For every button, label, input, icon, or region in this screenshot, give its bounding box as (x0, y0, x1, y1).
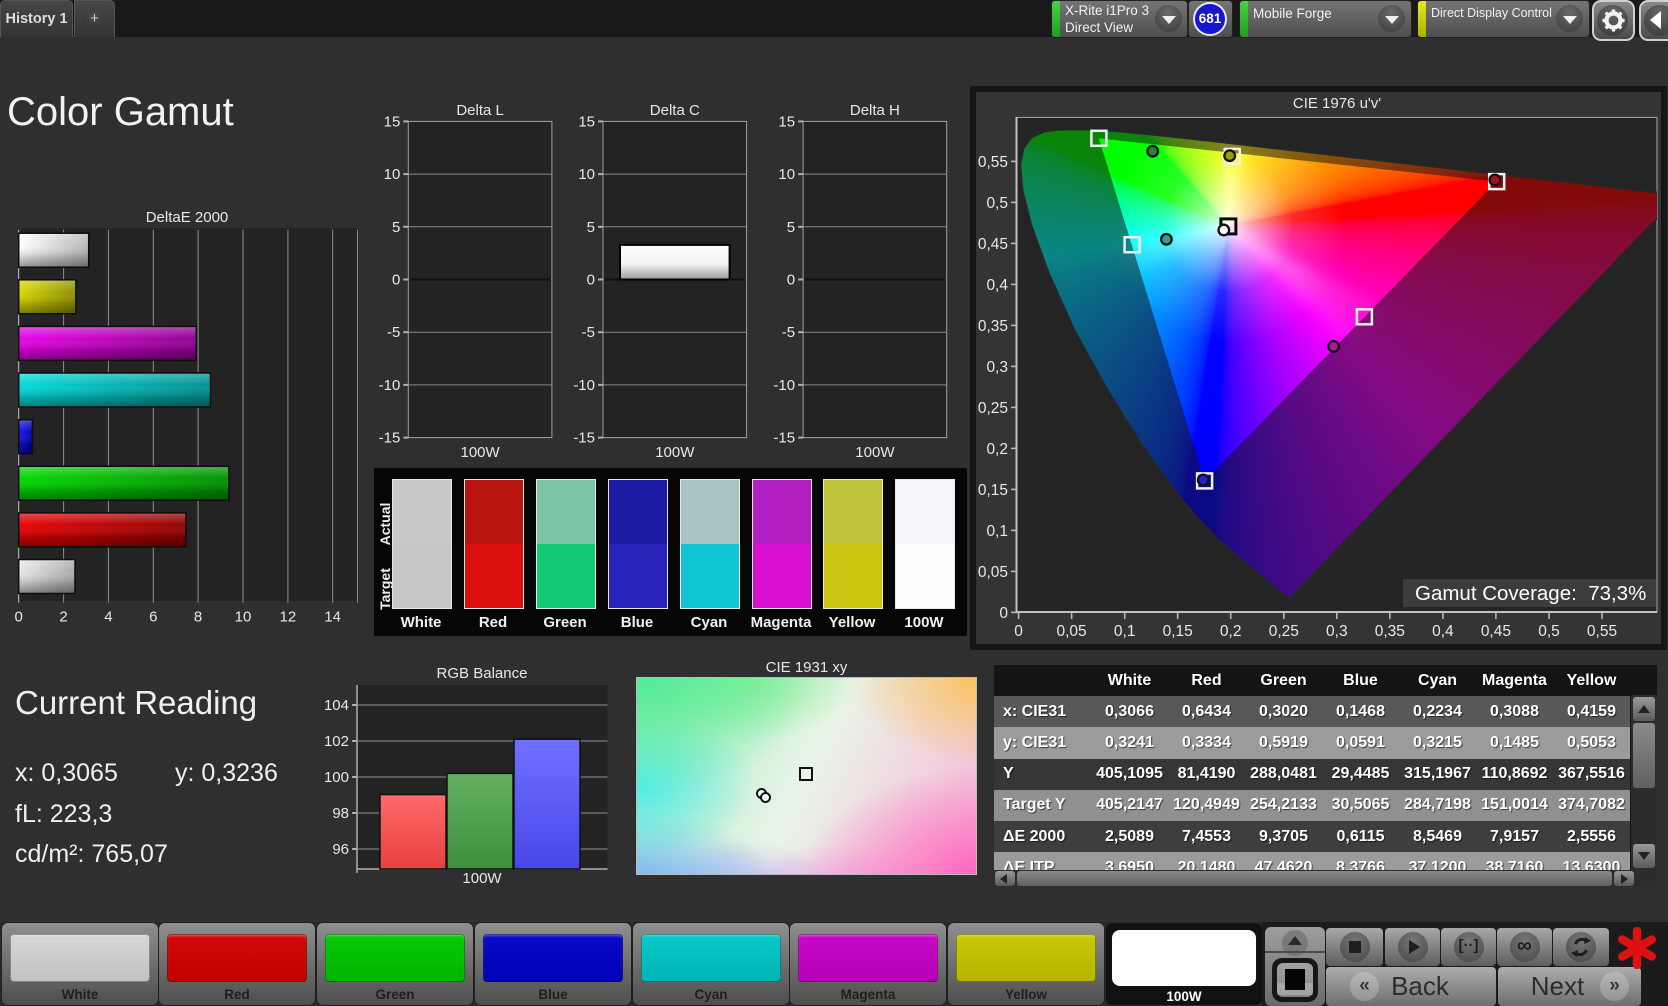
svg-text:Delta H: Delta H (850, 102, 900, 119)
svg-text:0,2: 0,2 (986, 441, 1008, 458)
svg-text:0,2: 0,2 (1220, 623, 1242, 640)
svg-text:100W: 100W (461, 444, 501, 461)
svg-text:0: 0 (15, 609, 23, 626)
svg-text:5: 5 (392, 219, 400, 236)
svg-text:0,55: 0,55 (1587, 623, 1617, 640)
svg-text:0,1: 0,1 (1114, 623, 1136, 640)
svg-text:2: 2 (59, 609, 67, 626)
svg-text:0,45: 0,45 (978, 236, 1008, 253)
svg-text:RGB Balance: RGB Balance (437, 665, 528, 682)
svg-text:4: 4 (104, 609, 112, 626)
svg-text:100W: 100W (462, 870, 502, 887)
svg-text:14: 14 (324, 609, 341, 626)
svg-text:Delta C: Delta C (650, 102, 700, 119)
svg-text:10: 10 (384, 166, 401, 183)
svg-text:0,4: 0,4 (1432, 623, 1454, 640)
svg-text:6: 6 (149, 609, 157, 626)
svg-text:0,55: 0,55 (978, 154, 1008, 171)
svg-text:Delta L: Delta L (456, 102, 504, 119)
svg-text:0: 0 (1014, 623, 1023, 640)
svg-text:0,5: 0,5 (1538, 623, 1560, 640)
svg-text:10: 10 (235, 609, 252, 626)
svg-text:-15: -15 (573, 430, 595, 447)
svg-text:0,5: 0,5 (986, 195, 1008, 212)
svg-text:102: 102 (324, 733, 349, 750)
svg-text:0,05: 0,05 (978, 564, 1008, 581)
svg-text:0: 0 (587, 272, 595, 289)
svg-text:CIE 1976 u'v': CIE 1976 u'v' (1293, 95, 1381, 112)
svg-text:96: 96 (332, 841, 349, 858)
svg-text:0: 0 (999, 605, 1008, 622)
svg-text:0,3: 0,3 (986, 359, 1008, 376)
svg-text:100: 100 (324, 769, 349, 786)
svg-text:-10: -10 (573, 377, 595, 394)
svg-text:Gamut Coverage: 73,3%: Gamut Coverage: 73,3% (1415, 582, 1646, 605)
svg-text:0: 0 (392, 272, 400, 289)
svg-text:100W: 100W (655, 444, 695, 461)
svg-text:-10: -10 (379, 377, 401, 394)
svg-text:0,35: 0,35 (1375, 623, 1405, 640)
svg-text:0,45: 0,45 (1481, 623, 1511, 640)
svg-text:100W: 100W (855, 444, 895, 461)
svg-text:-15: -15 (379, 430, 401, 447)
svg-text:0,25: 0,25 (978, 400, 1008, 417)
svg-text:0,35: 0,35 (978, 318, 1008, 335)
svg-text:-10: -10 (773, 377, 795, 394)
svg-text:-15: -15 (773, 430, 795, 447)
svg-text:10: 10 (578, 166, 595, 183)
svg-text:DeltaE 2000: DeltaE 2000 (146, 209, 229, 226)
svg-text:98: 98 (332, 805, 349, 822)
svg-text:0,15: 0,15 (1163, 623, 1193, 640)
svg-text:15: 15 (578, 113, 595, 130)
svg-text:0: 0 (787, 272, 795, 289)
svg-text:104: 104 (324, 697, 349, 714)
svg-text:0,05: 0,05 (1057, 623, 1087, 640)
svg-text:5: 5 (787, 219, 795, 236)
svg-text:5: 5 (587, 219, 595, 236)
svg-text:0,15: 0,15 (978, 482, 1008, 499)
svg-text:-5: -5 (582, 324, 595, 341)
svg-text:15: 15 (778, 113, 795, 130)
svg-text:-5: -5 (387, 324, 400, 341)
svg-text:8: 8 (194, 609, 202, 626)
svg-text:0,4: 0,4 (986, 277, 1008, 294)
svg-text:10: 10 (778, 166, 795, 183)
svg-text:0,25: 0,25 (1269, 623, 1299, 640)
svg-text:12: 12 (280, 609, 297, 626)
svg-text:0,1: 0,1 (986, 523, 1008, 540)
svg-text:-5: -5 (782, 324, 795, 341)
svg-text:0,3: 0,3 (1326, 623, 1348, 640)
svg-text:15: 15 (384, 113, 401, 130)
